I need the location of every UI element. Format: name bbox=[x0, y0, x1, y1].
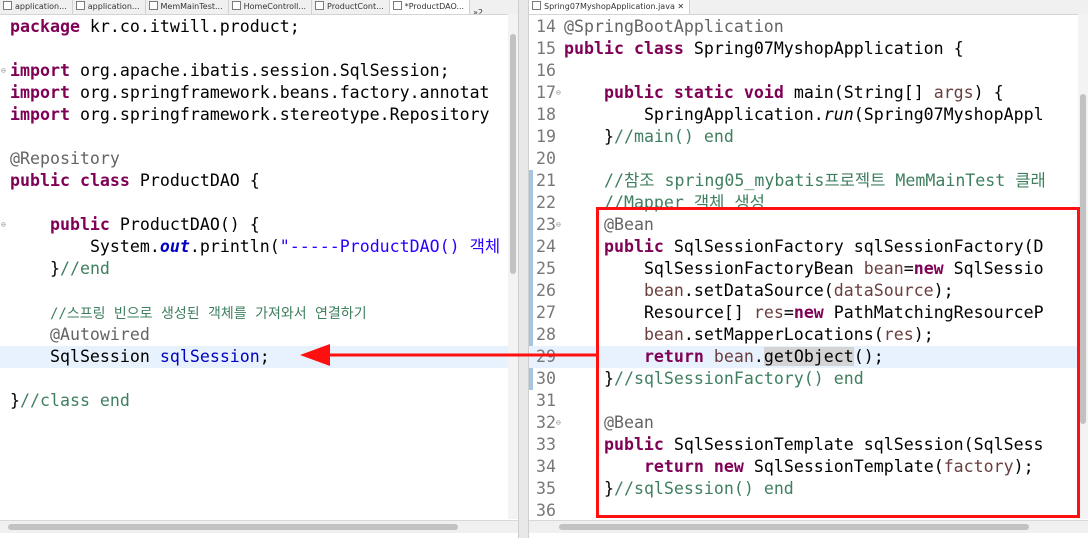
arrow-head bbox=[300, 344, 330, 366]
annotation-arrow bbox=[300, 344, 597, 366]
